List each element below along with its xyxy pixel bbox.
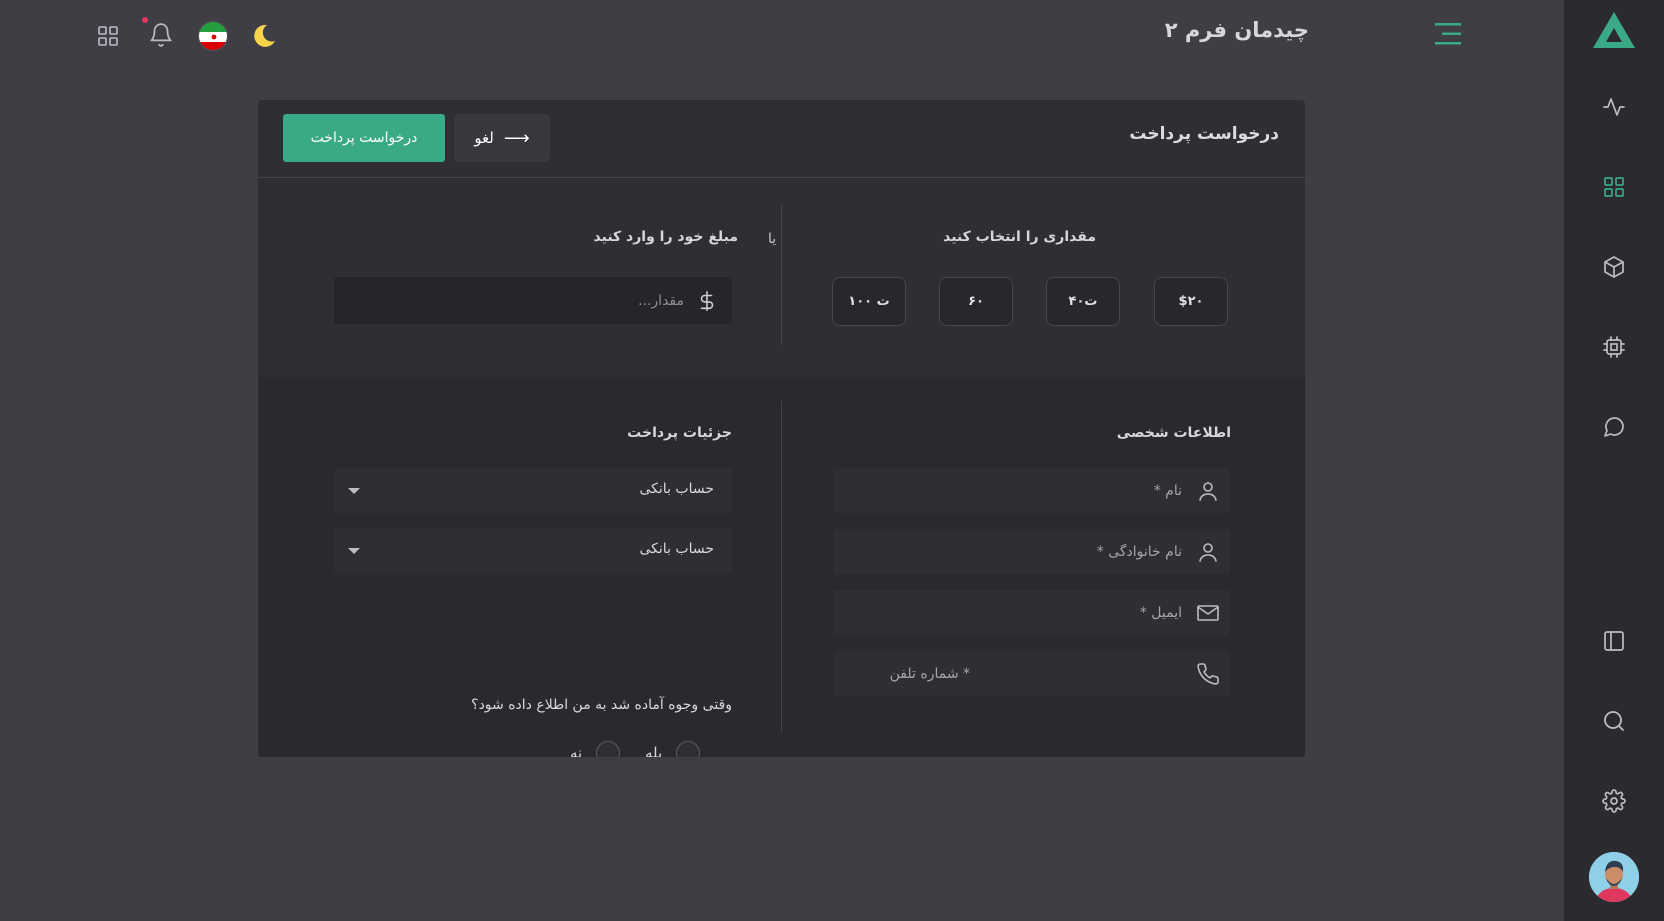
amount-section: مقداری را انتخاب کنید $۲۰ ۴۰ت ۶۰ ۱۰۰ ت ی…: [258, 179, 1305, 377]
radio-button-no[interactable]: [596, 741, 621, 757]
logo-icon[interactable]: [1592, 10, 1636, 50]
amount-input[interactable]: [334, 277, 732, 324]
divider: [781, 205, 782, 345]
cancel-button[interactable]: لغو ⟶: [454, 114, 550, 162]
amount-option-60[interactable]: ۶۰: [939, 277, 1013, 326]
app-page: چیدمان فرم ۲ درخواست پرداخت درخواست پردا…: [0, 0, 1664, 921]
sidebar-panel-icon[interactable]: [1602, 629, 1626, 653]
box-icon[interactable]: [1602, 255, 1626, 279]
arrow-right-icon: ⟶: [503, 127, 530, 149]
amount-option-100[interactable]: ۱۰۰ ت: [832, 277, 906, 326]
apps-grid-icon[interactable]: [96, 24, 120, 48]
user-icon: [1196, 479, 1220, 503]
dark-mode-toggle-icon[interactable]: [250, 22, 278, 50]
menu-toggle-icon[interactable]: [1433, 20, 1463, 48]
phone-icon: [1196, 662, 1220, 686]
select-amount-label: مقداری را انتخاب کنید: [943, 229, 1096, 245]
mail-icon: [1196, 601, 1220, 625]
radio-yes-label: بله: [645, 744, 663, 757]
search-icon[interactable]: [1602, 709, 1626, 733]
last-name-field[interactable]: [833, 529, 1230, 574]
last-name-input[interactable]: [833, 529, 1230, 574]
gear-icon[interactable]: [1602, 789, 1626, 813]
first-name-input[interactable]: [833, 468, 1230, 513]
submit-payment-request-button[interactable]: درخواست پرداخت: [283, 114, 445, 162]
email-input[interactable]: [833, 590, 1230, 635]
grid-icon[interactable]: [1602, 175, 1626, 199]
cancel-label: لغو: [474, 129, 494, 147]
bell-icon[interactable]: [148, 22, 174, 48]
language-flag-icon[interactable]: [198, 21, 228, 51]
radio-no-label: نه: [570, 744, 583, 757]
amount-option-20[interactable]: $۲۰: [1154, 277, 1228, 326]
caret-down-icon: [348, 488, 360, 494]
first-name-field[interactable]: [833, 468, 1230, 513]
payment-method-select-2[interactable]: حساب بانکی: [334, 528, 732, 573]
payment-details-heading: جزئیات پرداخت: [627, 425, 732, 441]
select-value: حساب بانکی: [639, 541, 715, 557]
phone-input[interactable]: [833, 651, 1230, 696]
payment-request-card: درخواست پرداخت درخواست پرداخت لغو ⟶ مقدا…: [258, 100, 1305, 757]
dollar-icon: [696, 289, 718, 313]
caret-down-icon: [348, 548, 360, 554]
activity-icon[interactable]: [1602, 95, 1626, 119]
user-icon: [1196, 540, 1220, 564]
radio-button-yes[interactable]: [676, 741, 701, 757]
personal-info-heading: اطلاعات شخصی: [1116, 425, 1231, 441]
select-value: حساب بانکی: [639, 481, 715, 497]
phone-field[interactable]: [833, 651, 1230, 696]
notify-question: وقتی وجوه آماده شد به من اطلاع داده شود؟: [471, 697, 732, 713]
radio-yes[interactable]: بله: [645, 740, 701, 757]
or-label: یا: [768, 231, 777, 247]
amount-field[interactable]: [334, 277, 732, 324]
page-title: چیدمان فرم ۲: [1164, 18, 1309, 42]
amount-option-40[interactable]: ۴۰ت: [1046, 277, 1120, 326]
details-section: اطلاعات شخصی جزئیات پرداخت نام * نام خان…: [258, 377, 1305, 757]
radio-no[interactable]: نه: [570, 740, 621, 757]
email-field[interactable]: [833, 590, 1230, 635]
card-title: درخواست پرداخت: [1129, 124, 1279, 144]
cpu-icon[interactable]: [1602, 335, 1626, 359]
user-avatar[interactable]: [1589, 852, 1639, 902]
chat-icon[interactable]: [1602, 415, 1626, 439]
divider: [781, 401, 782, 733]
payment-method-select-1[interactable]: حساب بانکی: [334, 468, 732, 513]
sidebar: [1564, 0, 1664, 921]
card-header: درخواست پرداخت درخواست پرداخت لغو ⟶: [258, 100, 1305, 178]
custom-amount-label: مبلغ خود را وارد کنید: [593, 229, 738, 245]
